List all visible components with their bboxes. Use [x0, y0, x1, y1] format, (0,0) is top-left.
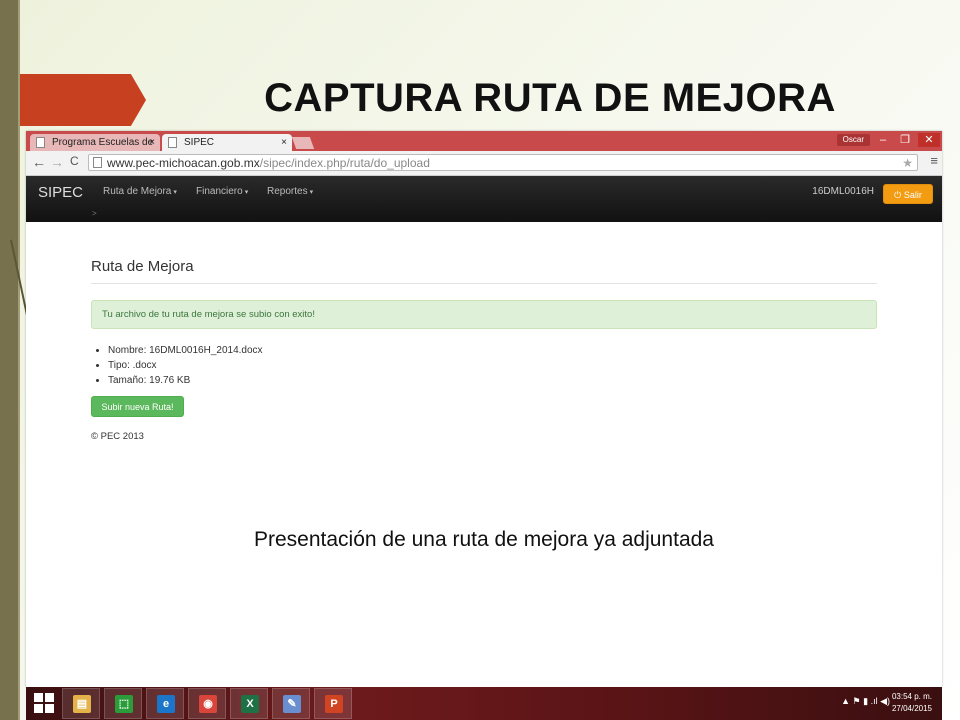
- tab-programa-escuelas[interactable]: Programa Escuelas de Cal ×: [30, 134, 160, 165]
- page-icon: [36, 137, 45, 148]
- back-icon[interactable]: ←: [32, 154, 46, 170]
- power-icon: ⏻: [894, 190, 902, 200]
- maximize-icon[interactable]: ❐: [894, 133, 916, 147]
- file-name: Nombre: 16DML0016H_2014.docx: [108, 343, 877, 358]
- taskbar-app-powerpoint[interactable]: P: [314, 688, 352, 719]
- slide-left-accent: [18, 0, 20, 720]
- browser-toolbar: ← → C www.pec-michoacan.gob.mx/sipec/ind…: [26, 151, 942, 176]
- slide-title: CAPTURA RUTA DE MEJORA: [264, 76, 836, 120]
- caret-down-icon: ▾: [309, 189, 314, 196]
- window-user-badge[interactable]: Oscar: [836, 134, 870, 146]
- file-type: Tipo: .docx: [108, 358, 877, 373]
- file-explorer-icon: ▤: [73, 695, 91, 713]
- site-brand[interactable]: SIPEC: [38, 184, 83, 201]
- upload-new-route-button[interactable]: Subir nueva Ruta!: [91, 396, 184, 417]
- url-path: /sipec/index.php/ruta/do_upload: [259, 156, 430, 170]
- new-tab-button[interactable]: [291, 137, 315, 149]
- clock-date: 27/04/2015: [891, 704, 932, 713]
- logout-button[interactable]: ⏻ Salir: [883, 184, 933, 204]
- forward-icon[interactable]: →: [50, 154, 64, 170]
- nav-ruta-de-mejora[interactable]: Ruta de Mejora ▾: [103, 186, 177, 197]
- chrome-icon: ◉: [199, 695, 217, 713]
- page-icon: [93, 157, 102, 168]
- tab-strip: Programa Escuelas de Cal × SIPEC × Oscar…: [26, 131, 942, 165]
- tab-close-icon[interactable]: ×: [281, 134, 287, 151]
- taskbar-app-internet-explorer[interactable]: e: [146, 688, 184, 719]
- system-tray-icons[interactable]: ▲ ⚑ ▮ .ıl ◀): [841, 696, 890, 707]
- tab-sipec[interactable]: SIPEC ×: [162, 134, 292, 151]
- caret-down-icon: ▾: [173, 189, 177, 196]
- tab-close-icon[interactable]: ×: [149, 134, 155, 151]
- reload-icon[interactable]: C: [70, 154, 79, 168]
- nav-label: Financiero: [196, 186, 243, 197]
- logout-label: Salir: [903, 190, 922, 200]
- browser-window: Programa Escuelas de Cal × SIPEC × Oscar…: [26, 131, 942, 687]
- nav-financiero[interactable]: Financiero ▾: [196, 186, 248, 197]
- internet-explorer-icon: e: [157, 695, 175, 713]
- bookmark-star-icon[interactable]: ★: [902, 155, 913, 172]
- taskbar-clock[interactable]: 03:54 p. m. 27/04/2015: [892, 691, 932, 715]
- windows-taskbar: ▤ ⬚ e ◉ X ✎ P ▲ ⚑ ▮ .ıl ◀) 03:54 p. m. 27/04/2…: [26, 687, 942, 720]
- slide-left-bar: [0, 0, 18, 720]
- taskbar-app-paint[interactable]: ✎: [272, 688, 310, 719]
- success-alert: Tu archivo de tu ruta de mejora se subio…: [91, 300, 877, 329]
- title-arrow-shape: [20, 74, 146, 126]
- school-code: 16DML0016H: [812, 186, 874, 197]
- nav-label: Reportes: [267, 186, 308, 197]
- page-heading: Ruta de Mejora: [91, 203, 877, 284]
- file-size: Tamaño: 19.76 KB: [108, 373, 877, 388]
- address-bar[interactable]: www.pec-michoacan.gob.mx/sipec/index.php…: [88, 154, 918, 171]
- file-info-list: Nombre: 16DML0016H_2014.docx Tipo: .docx…: [91, 343, 877, 388]
- url-host: www.pec-michoacan.gob.mx: [107, 156, 260, 170]
- taskbar-app-chrome[interactable]: ◉: [188, 688, 226, 719]
- taskbar-app-file-explorer[interactable]: ▤: [62, 688, 100, 719]
- nav-reportes[interactable]: Reportes ▾: [267, 186, 313, 197]
- main-content: Ruta de Mejora Tu archivo de tu ruta de …: [91, 203, 877, 442]
- paint-icon: ✎: [283, 695, 301, 713]
- minimize-icon[interactable]: –: [872, 133, 894, 147]
- taskbar-app-excel[interactable]: X: [230, 688, 268, 719]
- clock-time: 03:54 p. m.: [891, 692, 932, 701]
- excel-icon: X: [241, 695, 259, 713]
- powerpoint-icon: P: [325, 695, 343, 713]
- store-icon: ⬚: [115, 695, 133, 713]
- nav-label: Ruta de Mejora: [103, 186, 172, 197]
- windows-start-icon[interactable]: [34, 693, 54, 713]
- tab-label: SIPEC: [184, 137, 215, 148]
- footer-copyright: © PEC 2013: [91, 431, 144, 442]
- close-window-icon[interactable]: ✕: [918, 133, 940, 147]
- caret-down-icon: ▾: [244, 189, 249, 196]
- taskbar-app-store[interactable]: ⬚: [104, 688, 142, 719]
- browser-menu-icon[interactable]: ≡: [930, 153, 938, 168]
- page-icon: [168, 137, 177, 148]
- slide-caption: Presentación de una ruta de mejora ya ad…: [254, 528, 714, 551]
